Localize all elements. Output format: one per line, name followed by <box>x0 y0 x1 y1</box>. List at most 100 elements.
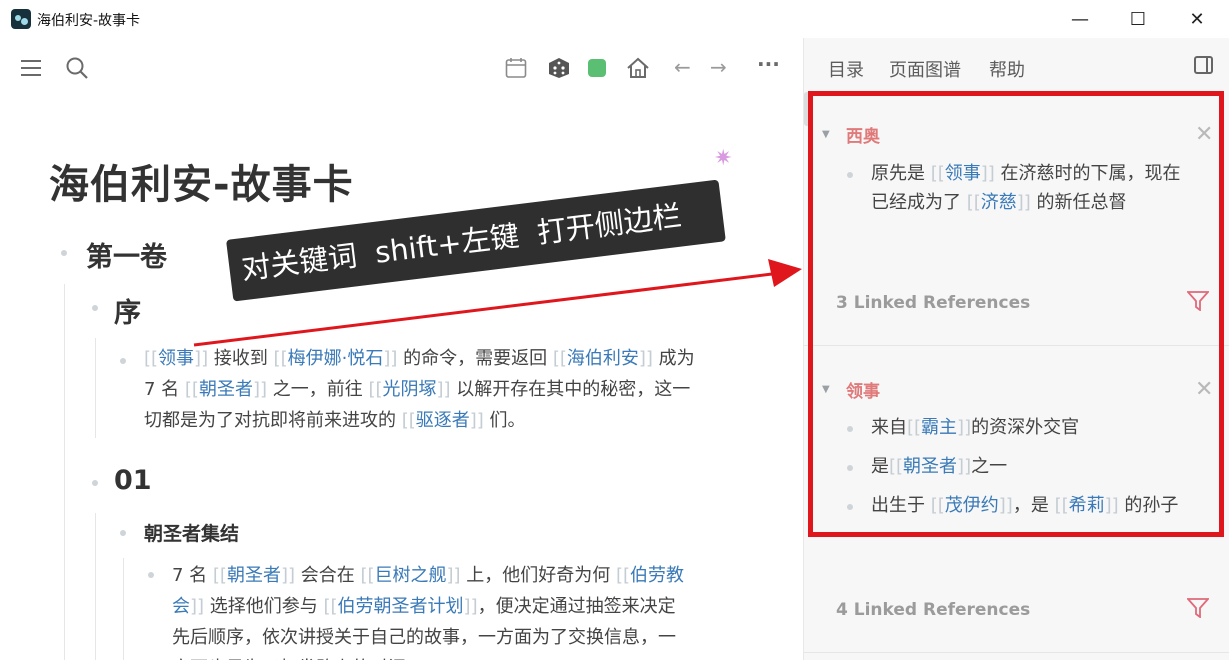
section-01-heading[interactable]: 01 <box>114 465 152 496</box>
text-span: 选择他们参与 <box>204 596 324 617</box>
minimize-button[interactable]: — <box>1051 0 1109 38</box>
linked-references-label[interactable]: 3 Linked References <box>836 293 1030 313</box>
card-block[interactable]: 来自[[霸主]]的资深外交官 <box>871 413 1211 442</box>
page-link[interactable]: 梅伊娜·悦石 <box>288 348 384 369</box>
indent-guide <box>123 558 124 660</box>
tab-contents[interactable]: 目录 <box>828 56 864 82</box>
text-span: 出生于 <box>871 495 931 516</box>
page-link[interactable]: 会 <box>172 596 190 617</box>
text-span: 之一 <box>971 456 1008 477</box>
collapse-caret-icon[interactable]: ▼ <box>822 384 830 395</box>
close-card-icon[interactable]: ✕ <box>1195 377 1213 402</box>
link-bracket: [[ <box>1054 495 1069 516</box>
text-span: 7 名 <box>144 379 185 400</box>
link-bracket: [[ <box>401 410 416 431</box>
card-block[interactable]: 原先是 [[领事]] 在济慈时的下属，现在 已经成为了 [[济慈]] 的新任总督 <box>871 159 1211 217</box>
page-link[interactable]: 茂伊约 <box>945 495 999 516</box>
link-bracket: ]] <box>280 565 295 586</box>
sparkle-icon: ✷ <box>714 146 733 171</box>
page-link[interactable]: 伯劳教 <box>630 565 684 586</box>
page-link[interactable]: 光阴塚 <box>383 379 437 400</box>
bullet[interactable] <box>148 572 154 578</box>
filter-icon[interactable] <box>1187 291 1209 311</box>
tab-page-graph[interactable]: 页面图谱 <box>889 56 961 82</box>
card-title-consul[interactable]: 领事 <box>846 377 880 402</box>
toggle-sidebar-icon[interactable] <box>1194 56 1213 74</box>
dice-icon[interactable] <box>548 57 570 79</box>
text-span: 的孙子 <box>1118 495 1179 516</box>
home-icon[interactable] <box>626 56 650 80</box>
text-span: 以解开存在其中的秘密，这一 <box>450 379 691 400</box>
scrollbar[interactable] <box>804 92 810 126</box>
sync-status-icon[interactable] <box>588 59 606 77</box>
page-link[interactable]: 朝圣者 <box>903 456 957 477</box>
page-link[interactable]: 朝圣者 <box>199 379 253 400</box>
page-link[interactable]: 霸主 <box>921 417 957 438</box>
indent-guide <box>95 338 96 438</box>
page-link[interactable]: 朝圣者 <box>227 565 281 586</box>
link-bracket: ]] <box>252 379 267 400</box>
link-bracket: [[ <box>184 379 199 400</box>
text-span: 成为 <box>652 348 695 369</box>
prologue-paragraph[interactable]: [[领事]] 接收到 [[梅伊娜·悦石]] 的命令，需要返回 [[海伯利安]] … <box>144 343 744 436</box>
collapse-caret-icon[interactable]: ▼ <box>822 129 830 140</box>
bullet[interactable] <box>120 358 126 364</box>
link-bracket: ]] <box>1104 495 1119 516</box>
page-link[interactable]: 驱逐者 <box>416 410 470 431</box>
filter-icon[interactable] <box>1187 598 1209 618</box>
close-card-icon[interactable]: ✕ <box>1195 122 1213 147</box>
menu-icon[interactable] <box>21 59 41 77</box>
bullet[interactable] <box>847 426 853 432</box>
app-icon <box>11 9 31 29</box>
page-link[interactable]: 伯劳朝圣者计划 <box>338 596 464 617</box>
volume-heading[interactable]: 第一卷 <box>86 235 167 274</box>
link-bracket: ]] <box>638 348 653 369</box>
text-span: 的命令，需要返回 <box>397 348 553 369</box>
page-link[interactable]: 领事 <box>158 348 194 369</box>
search-icon[interactable] <box>65 56 89 80</box>
subsection-heading[interactable]: 朝圣者集结 <box>144 519 239 546</box>
bullet[interactable] <box>61 250 67 256</box>
bullet[interactable] <box>847 465 853 471</box>
page-link[interactable]: 济慈 <box>981 192 1017 213</box>
link-bracket: [[ <box>616 565 631 586</box>
tab-help[interactable]: 帮助 <box>989 56 1025 82</box>
window-title: 海伯利安-故事卡 <box>37 13 141 29</box>
link-bracket: [[ <box>212 565 227 586</box>
text-span: 上，他们好奇为何 <box>460 565 616 586</box>
divider <box>804 345 1229 346</box>
maximize-button[interactable]: ☐ <box>1109 0 1167 38</box>
bullet[interactable] <box>847 504 853 510</box>
text-span: 来自 <box>871 417 907 438</box>
page-title[interactable]: 海伯利安-故事卡 <box>49 152 354 210</box>
bullet[interactable] <box>120 530 126 536</box>
back-icon[interactable]: ← <box>674 55 691 79</box>
forward-icon[interactable]: → <box>710 55 727 79</box>
text-span: 先后顺序，依次讲授关于自己的故事，一方面为了交换信息，一 <box>172 627 676 648</box>
page-link[interactable]: 希莉 <box>1069 495 1105 516</box>
page-link[interactable]: 海伯利安 <box>567 348 639 369</box>
prologue-heading[interactable]: 序 <box>114 291 141 330</box>
card-block[interactable]: 是[[朝圣者]]之一 <box>871 452 1211 481</box>
text-span: 是 <box>871 456 889 477</box>
link-bracket: [[ <box>930 163 945 184</box>
divider <box>804 652 1229 653</box>
more-icon[interactable]: ··· <box>757 52 780 76</box>
card-title-xiao[interactable]: 西奥 <box>846 122 880 147</box>
link-bracket: [[ <box>144 348 159 369</box>
gather-paragraph[interactable]: 7 名 [[朝圣者]] 会合在 [[巨树之舰]] 上，他们好奇为何 [[伯劳教会… <box>172 560 752 660</box>
link-bracket: [[ <box>907 417 922 438</box>
bullet[interactable] <box>847 172 853 178</box>
linked-references-label[interactable]: 4 Linked References <box>836 600 1030 620</box>
page-link[interactable]: 巨树之舰 <box>375 565 447 586</box>
indent-guide <box>64 284 65 660</box>
text-span: 原先是 <box>871 163 931 184</box>
link-bracket: ]] <box>383 348 398 369</box>
bullet[interactable] <box>92 480 98 486</box>
page-link[interactable]: 领事 <box>945 163 981 184</box>
calendar-icon[interactable] <box>505 57 527 79</box>
bullet[interactable] <box>92 305 98 311</box>
close-window-button[interactable]: ✕ <box>1168 0 1226 38</box>
link-bracket: [[ <box>966 192 981 213</box>
card-block[interactable]: 出生于 [[茂伊约]]，是 [[希莉]] 的孙子 <box>871 491 1216 520</box>
